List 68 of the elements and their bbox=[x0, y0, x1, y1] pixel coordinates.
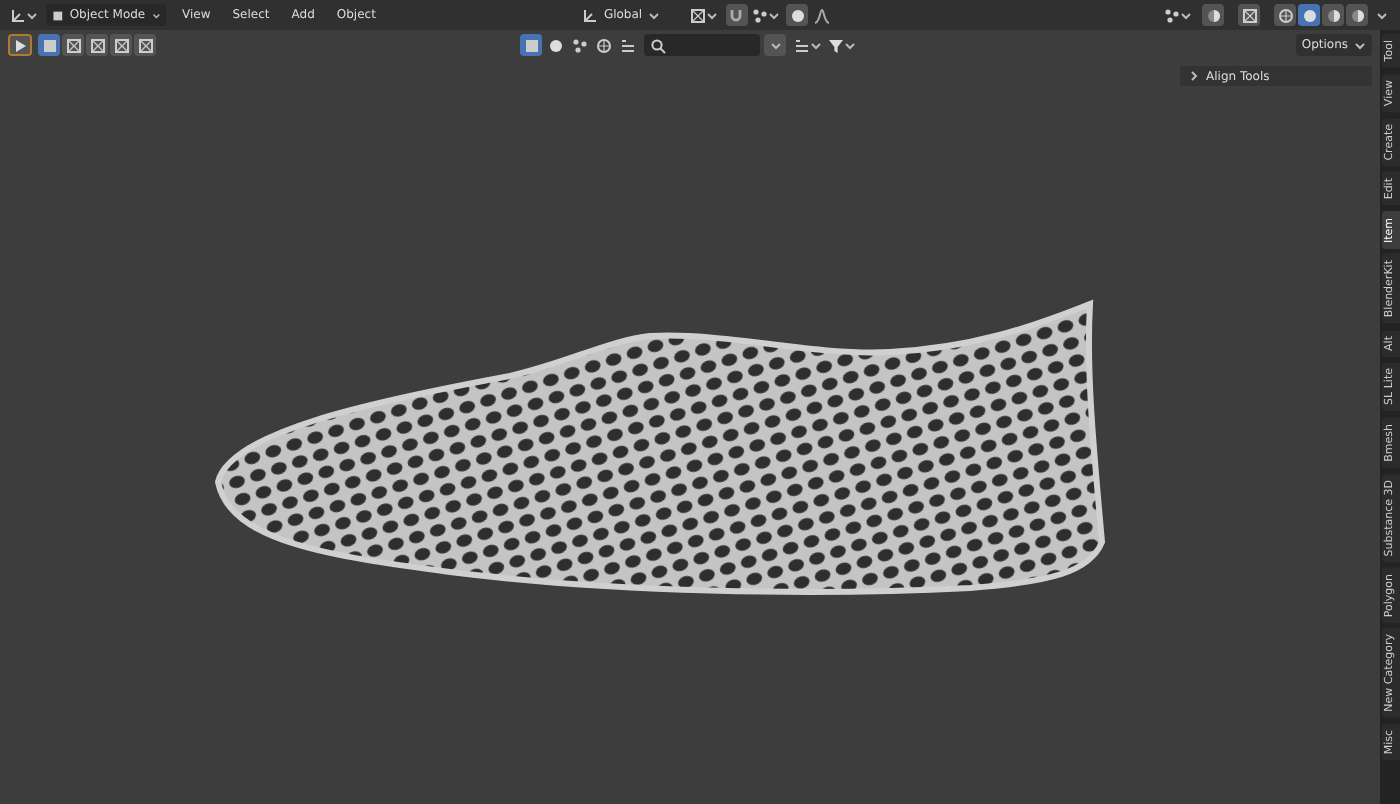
select-mode-button[interactable] bbox=[38, 34, 60, 56]
box-icon bbox=[690, 7, 707, 23]
wireframe-sphere-icon bbox=[595, 37, 611, 53]
gizmo-button[interactable] bbox=[1162, 4, 1194, 26]
shading-mode-button[interactable] bbox=[1322, 4, 1344, 26]
wireframe-sphere-icon bbox=[1277, 7, 1293, 23]
shading-mode-button[interactable] bbox=[1274, 4, 1296, 26]
caret-icon bbox=[767, 9, 780, 21]
caret-icon bbox=[769, 39, 781, 51]
search-field[interactable] bbox=[643, 34, 759, 56]
half-shaded-sphere-icon bbox=[1205, 7, 1221, 23]
box-icon bbox=[89, 37, 105, 53]
dots-icon bbox=[1164, 7, 1180, 23]
sphere-icon bbox=[1301, 7, 1317, 23]
tool-button[interactable] bbox=[8, 34, 32, 56]
filter-icon bbox=[827, 37, 843, 53]
select-mode-button[interactable] bbox=[62, 34, 84, 56]
magnet-icon bbox=[728, 7, 745, 23]
list-icon bbox=[793, 37, 809, 53]
caret-icon bbox=[1180, 9, 1192, 21]
shading-mode-button[interactable] bbox=[1346, 4, 1368, 26]
sphere-icon bbox=[547, 37, 563, 53]
cube-icon bbox=[52, 7, 64, 23]
sort-button[interactable] bbox=[791, 34, 823, 56]
dropdown-button[interactable] bbox=[764, 34, 786, 56]
falloff-curve-icon bbox=[813, 7, 830, 23]
box-icon bbox=[1241, 7, 1257, 23]
caret-icon bbox=[151, 9, 160, 21]
select-mode-button[interactable] bbox=[134, 34, 156, 56]
dots-icon bbox=[571, 37, 587, 53]
search-icon bbox=[649, 37, 665, 53]
shading-mode-button[interactable] bbox=[1298, 4, 1320, 26]
caret-icon bbox=[26, 9, 38, 21]
caret-icon bbox=[706, 9, 719, 21]
snap-button[interactable] bbox=[725, 4, 748, 26]
axes-icon bbox=[10, 7, 26, 23]
snap-target-button[interactable] bbox=[749, 4, 782, 26]
caret-icon bbox=[648, 9, 661, 21]
caret-icon bbox=[843, 39, 855, 51]
object-type-button[interactable] bbox=[616, 34, 638, 56]
editor-type-button[interactable] bbox=[8, 4, 40, 26]
box-icon bbox=[65, 37, 81, 53]
falloff-button[interactable] bbox=[810, 4, 833, 26]
sphere-icon bbox=[789, 7, 806, 23]
box-icon bbox=[113, 37, 129, 53]
object-type-button[interactable] bbox=[544, 34, 566, 56]
play-icon bbox=[12, 37, 28, 53]
dots-icon bbox=[751, 7, 768, 23]
proportional-edit-button[interactable] bbox=[786, 4, 809, 26]
pivot-button[interactable] bbox=[688, 4, 721, 26]
caret-icon bbox=[1375, 9, 1387, 21]
caret-icon bbox=[1354, 39, 1366, 51]
caret-icon bbox=[809, 39, 821, 51]
box-icon bbox=[137, 37, 153, 53]
half-shaded-sphere-icon bbox=[1325, 7, 1341, 23]
square-icon bbox=[41, 37, 57, 53]
filter-button[interactable] bbox=[825, 34, 857, 56]
overlay-button[interactable] bbox=[1202, 4, 1224, 26]
object-type-button[interactable] bbox=[592, 34, 614, 56]
object-type-button[interactable] bbox=[568, 34, 590, 56]
axes-icon bbox=[581, 7, 598, 23]
select-mode-button[interactable] bbox=[110, 34, 132, 56]
select-mode-button[interactable] bbox=[86, 34, 108, 56]
half-shaded-sphere-icon bbox=[1349, 7, 1365, 23]
selectable-button[interactable] bbox=[520, 34, 542, 56]
list-icon bbox=[619, 37, 635, 53]
xray-button[interactable] bbox=[1238, 4, 1260, 26]
square-icon bbox=[523, 37, 539, 53]
